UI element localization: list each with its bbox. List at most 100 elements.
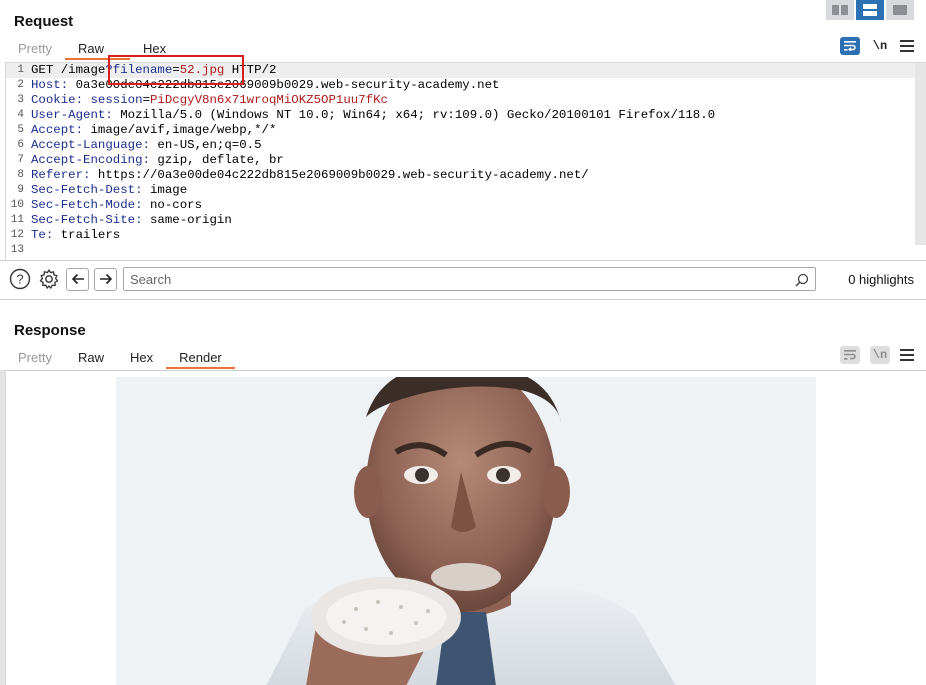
editor-line[interactable]: 2 Host: 0a3e00de04c222db815e2069009b0029.… xyxy=(6,78,926,93)
rendered-image xyxy=(116,377,816,685)
editor-line[interactable]: 5 Accept: image/avif,image/webp,*/* xyxy=(6,123,926,138)
editor-line[interactable]: 6 Accept-Language: en-US,en;q=0.5 xyxy=(6,138,926,153)
newline-toggle-button[interactable]: \n xyxy=(870,346,890,364)
code-token: = xyxy=(142,93,150,107)
magnifier-icon[interactable] xyxy=(795,272,809,291)
response-title: Response xyxy=(14,322,86,339)
search-input[interactable] xyxy=(124,268,815,290)
line-number: 13 xyxy=(10,244,24,256)
editor-line[interactable]: 3 Cookie: session=PiDcgyV8n6x71wroqMiOKZ5… xyxy=(6,93,926,108)
line-code: Cookie: session=PiDcgyV8n6x71wroqMiOKZ5O… xyxy=(31,93,388,108)
hamburger-menu-icon[interactable] xyxy=(900,349,914,361)
code-token: session xyxy=(90,93,143,107)
wrap-lines-icon[interactable] xyxy=(840,37,860,55)
split-horizontal-icon[interactable] xyxy=(856,0,884,20)
code-token: Sec-Fetch-Site: xyxy=(31,213,143,227)
line-number: 9 xyxy=(17,184,24,196)
line-number: 5 xyxy=(17,124,24,136)
line-number: 10 xyxy=(10,199,24,211)
line-number: 8 xyxy=(17,169,24,181)
code-token: 52.jpg xyxy=(179,63,225,77)
line-code: User-Agent: Mozilla/5.0 (Windows NT 10.0… xyxy=(31,108,715,123)
code-token: GET /image xyxy=(31,63,106,77)
request-tools: \n xyxy=(840,37,914,55)
svg-text:?: ? xyxy=(16,272,23,287)
response-tab-hex[interactable]: Hex xyxy=(117,348,166,368)
editor-scrollbar[interactable] xyxy=(915,63,926,245)
line-number: 12 xyxy=(10,229,24,241)
request-title: Request xyxy=(14,13,74,30)
newline-toggle-button[interactable]: \n xyxy=(870,37,890,55)
editor-line[interactable]: 12 Te: trailers xyxy=(6,228,926,243)
editor-line[interactable]: 9 Sec-Fetch-Dest: image xyxy=(6,183,926,198)
code-token: ?filename xyxy=(105,63,173,77)
search-divider xyxy=(0,299,926,300)
single-pane-icon[interactable] xyxy=(886,0,914,20)
code-token: Host: xyxy=(31,78,69,92)
wrap-lines-icon[interactable] xyxy=(840,346,860,364)
editor-line[interactable]: 13 xyxy=(6,243,926,258)
editor-line[interactable]: 4 User-Agent: Mozilla/5.0 (Windows NT 10.… xyxy=(6,108,926,123)
line-code: Sec-Fetch-Site: same-origin xyxy=(31,213,232,228)
code-token: Sec-Fetch-Mode: xyxy=(31,198,143,212)
layout-switcher xyxy=(826,0,914,20)
gear-icon[interactable] xyxy=(37,267,61,291)
request-tab-raw[interactable]: Raw xyxy=(64,39,130,60)
request-editor[interactable]: 1 GET /image?filename=52.jpg HTTP/2 2 Host:… xyxy=(5,62,926,260)
arrow-left-icon[interactable] xyxy=(66,267,89,291)
code-token: https://0a3e00de04c222db815e2069009b0029… xyxy=(90,168,589,182)
code-token: = xyxy=(172,63,180,77)
response-render-area[interactable] xyxy=(5,370,926,685)
request-tab-hex[interactable]: Hex xyxy=(130,39,179,59)
line-code: Accept-Language: en-US,en;q=0.5 xyxy=(31,138,262,153)
editor-line[interactable]: 8 Referer: https://0a3e00de04c222db815e20… xyxy=(6,168,926,183)
line-number: 11 xyxy=(10,214,24,226)
line-number: 3 xyxy=(17,94,24,106)
code-token: trailers xyxy=(53,228,121,242)
code-token: image xyxy=(142,183,188,197)
search-field xyxy=(123,267,816,291)
help-icon[interactable]: ? xyxy=(8,267,32,291)
response-tab-raw[interactable]: Raw xyxy=(65,348,117,368)
request-tab-pretty[interactable]: Pretty xyxy=(5,39,65,59)
line-code: Sec-Fetch-Dest: image xyxy=(31,183,187,198)
line-code: GET /image?filename=52.jpg HTTP/2 xyxy=(31,63,276,78)
hamburger-menu-icon[interactable] xyxy=(900,40,914,52)
line-number: 7 xyxy=(17,154,24,166)
code-token: same-origin xyxy=(142,213,232,227)
line-code: Referer: https://0a3e00de04c222db815e206… xyxy=(31,168,589,183)
code-token: Cookie: xyxy=(31,93,84,107)
editor-line[interactable]: 11 Sec-Fetch-Site: same-origin xyxy=(6,213,926,228)
search-bar: ? 0 highlights xyxy=(8,266,914,292)
code-token: Referer: xyxy=(31,168,91,182)
code-token: image/avif,image/webp,*/* xyxy=(83,123,277,137)
code-token: HTTP/2 xyxy=(224,63,277,77)
code-token: User-Agent: xyxy=(31,108,113,122)
line-code: Accept-Encoding: gzip, deflate, br xyxy=(31,153,284,168)
code-token: Te: xyxy=(31,228,54,242)
editor-line[interactable]: 7 Accept-Encoding: gzip, deflate, br xyxy=(6,153,926,168)
code-token: no-cors xyxy=(142,198,203,212)
highlights-count: 0 highlights xyxy=(848,271,914,287)
response-tools: \n xyxy=(840,346,914,364)
split-vertical-icon[interactable] xyxy=(826,0,854,20)
line-number: 6 xyxy=(17,139,24,151)
request-divider xyxy=(0,260,926,261)
editor-line[interactable]: 1 GET /image?filename=52.jpg HTTP/2 xyxy=(6,63,926,78)
line-code: Accept: image/avif,image/webp,*/* xyxy=(31,123,276,138)
code-token: PiDcgyV8n6x71wroqMiOKZ5OP1uu7fKc xyxy=(150,93,388,107)
line-code: Host: 0a3e00de04c222db815e2069009b0029.w… xyxy=(31,78,499,93)
line-number: 4 xyxy=(17,109,24,121)
arrow-right-icon[interactable] xyxy=(94,267,117,291)
request-tabs: Pretty Raw Hex xyxy=(5,39,179,60)
editor-line[interactable]: 10 Sec-Fetch-Mode: no-cors xyxy=(6,198,926,213)
response-tab-render[interactable]: Render xyxy=(166,348,235,369)
code-token: en-US,en;q=0.5 xyxy=(149,138,262,152)
response-tab-pretty[interactable]: Pretty xyxy=(5,348,65,368)
line-code: Te: trailers xyxy=(31,228,120,243)
line-code: Sec-Fetch-Mode: no-cors xyxy=(31,198,202,213)
code-token: Sec-Fetch-Dest: xyxy=(31,183,143,197)
line-number: 2 xyxy=(17,79,24,91)
line-number: 1 xyxy=(17,64,24,76)
